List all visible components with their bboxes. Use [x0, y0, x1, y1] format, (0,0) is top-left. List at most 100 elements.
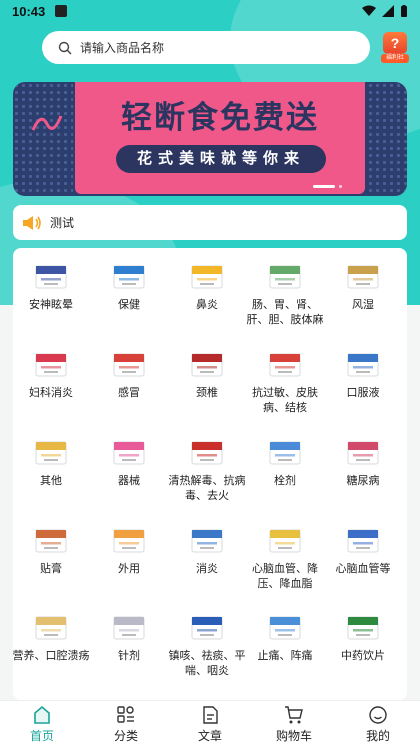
category-label: 心脑血管、降压、降血脂	[252, 563, 318, 590]
product-icon	[111, 258, 147, 294]
tab-cart[interactable]: 购物车	[252, 701, 336, 748]
product-icon	[33, 522, 69, 558]
gift-label: 福利社	[381, 54, 409, 63]
category-item[interactable]: 安神眩晕	[12, 258, 90, 313]
category-item[interactable]: 抗过敏、皮肤病、结核	[246, 346, 324, 416]
tab-profile[interactable]: 我的	[336, 701, 420, 748]
category-item[interactable]: 营养、口腔溃疡	[12, 609, 90, 664]
category-label: 栓剂	[274, 475, 296, 487]
category-item[interactable]: 颈椎	[168, 346, 246, 401]
product-icon	[189, 346, 225, 382]
product-icon	[189, 258, 225, 294]
search-placeholder: 请输入商品名称	[80, 41, 165, 55]
category-item[interactable]: 口服液	[324, 346, 402, 401]
speaker-icon	[23, 215, 41, 230]
category-label: 止痛、阵痛	[257, 650, 313, 662]
product-icon	[33, 346, 69, 382]
category-label: 中药饮片	[341, 650, 385, 662]
category-item[interactable]: 肠、胃、肾、肝、胆、肢体麻	[246, 258, 324, 328]
category-label: 鼻炎	[196, 299, 218, 311]
category-label: 感冒	[118, 387, 140, 399]
product-icon	[267, 346, 303, 382]
category-item[interactable]: 妇科消炎	[12, 346, 90, 401]
category-label: 外用	[118, 563, 140, 575]
category-item[interactable]: 中药饮片	[324, 609, 402, 664]
article-icon	[203, 706, 218, 724]
product-icon	[345, 346, 381, 382]
promo-banner[interactable]: 轻断食免费送 花式美味就等你来	[13, 82, 407, 196]
product-icon	[345, 258, 381, 294]
category-item[interactable]: 消炎	[168, 522, 246, 577]
home-icon	[34, 705, 50, 724]
product-icon	[189, 434, 225, 470]
product-icon	[345, 434, 381, 470]
wifi-icon	[362, 5, 376, 16]
tab-home[interactable]: 首页	[0, 701, 84, 748]
category-label: 其他	[40, 475, 62, 487]
gift-button[interactable]: ? 福利社	[381, 30, 409, 64]
category-label: 糖尿病	[346, 475, 380, 487]
category-item[interactable]: 针剂	[90, 609, 168, 664]
banner-indicator	[339, 185, 342, 188]
category-item[interactable]: 风湿	[324, 258, 402, 313]
product-icon	[189, 609, 225, 645]
product-icon	[33, 258, 69, 294]
signal-icon	[382, 5, 394, 17]
banner-title: 轻断食免费送	[121, 100, 319, 135]
status-time: 10:43	[12, 3, 46, 19]
tab-category-label: 分类	[113, 729, 138, 743]
category-item[interactable]: 心脑血管等	[324, 522, 402, 577]
banner-pattern-right	[367, 82, 407, 196]
cart-icon	[285, 706, 303, 724]
category-item[interactable]: 贴膏	[12, 522, 90, 577]
category-label: 针剂	[118, 650, 140, 662]
category-item[interactable]: 镇咳、祛痰、平喘、咽炎	[168, 609, 246, 679]
product-icon	[267, 258, 303, 294]
tab-article-label: 文章	[197, 729, 222, 743]
category-label: 颈椎	[196, 387, 218, 399]
product-icon	[267, 522, 303, 558]
category-item[interactable]: 清热解毒、抗病毒、去火	[168, 434, 246, 504]
category-item[interactable]: 器械	[90, 434, 168, 489]
category-label: 器械	[118, 475, 140, 487]
category-item[interactable]: 保健	[90, 258, 168, 313]
bottom-tab-bar: 首页 分类 文章 购物车 我的	[0, 700, 420, 748]
product-icon	[189, 522, 225, 558]
category-item[interactable]: 栓剂	[246, 434, 324, 489]
category-label: 抗过敏、皮肤病、结核	[252, 387, 318, 414]
category-item[interactable]: 止痛、阵痛	[246, 609, 324, 664]
category-label: 消炎	[196, 563, 218, 575]
product-icon	[267, 609, 303, 645]
category-label: 风湿	[352, 299, 374, 311]
category-label: 保健	[118, 299, 140, 311]
category-item[interactable]: 鼻炎	[168, 258, 246, 313]
tab-home-label: 首页	[29, 729, 54, 743]
category-label: 清热解毒、抗病毒、去火	[168, 475, 246, 502]
banner-pattern-left	[13, 82, 73, 196]
notice-bar[interactable]: 测试	[13, 205, 407, 240]
category-label: 贴膏	[40, 563, 62, 575]
notice-text: 测试	[50, 216, 75, 230]
battery-icon	[401, 4, 407, 17]
product-icon	[267, 434, 303, 470]
product-icon	[345, 522, 381, 558]
category-label: 安神眩晕	[29, 299, 73, 311]
category-label: 镇咳、祛痰、平喘、咽炎	[168, 650, 246, 677]
category-label: 营养、口腔溃疡	[12, 650, 90, 662]
category-item[interactable]: 心脑血管、降压、降血脂	[246, 522, 324, 592]
category-item[interactable]: 外用	[90, 522, 168, 577]
product-icon	[111, 609, 147, 645]
category-icon	[117, 706, 134, 723]
category-label: 妇科消炎	[29, 387, 73, 399]
search-icon	[58, 41, 72, 54]
category-item[interactable]: 糖尿病	[324, 434, 402, 489]
category-label: 口服液	[346, 387, 380, 399]
category-item[interactable]: 其他	[12, 434, 90, 489]
sim-icon	[55, 5, 68, 17]
category-item[interactable]: 感冒	[90, 346, 168, 401]
tab-article[interactable]: 文章	[168, 701, 252, 748]
gift-mark: ?	[390, 35, 400, 51]
product-icon	[111, 434, 147, 470]
tab-category[interactable]: 分类	[84, 701, 168, 748]
search-bar[interactable]: 请输入商品名称	[42, 31, 370, 64]
